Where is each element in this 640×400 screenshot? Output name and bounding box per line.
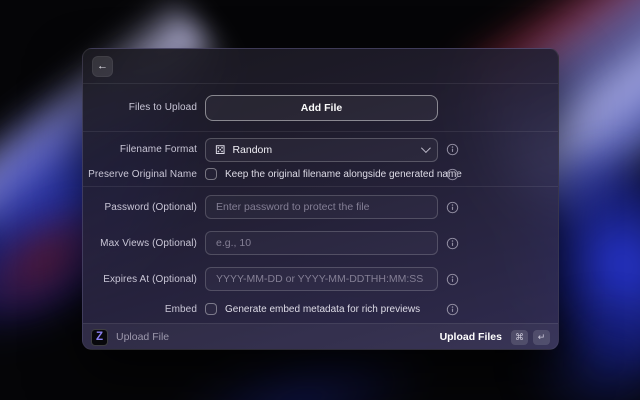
info-icon[interactable] (446, 168, 459, 181)
expires-at-label: Expires At (Optional) (83, 274, 197, 285)
filename-format-label: Filename Format (83, 144, 197, 155)
filename-format-select[interactable]: ⚄ Random (205, 138, 438, 162)
embed-label: Embed (83, 304, 197, 315)
add-file-button[interactable]: Add File (205, 95, 438, 121)
preserve-name-checkbox-label: Keep the original filename alongside gen… (225, 169, 462, 180)
password-label: Password (Optional) (83, 202, 197, 213)
files-to-upload-label: Files to Upload (83, 102, 197, 113)
dialog-footer: Z Upload File Upload Files ⌘ ↵ (83, 323, 558, 350)
add-file-button-label: Add File (301, 102, 342, 114)
info-icon[interactable] (446, 201, 459, 214)
back-arrow-icon: ← (97, 60, 108, 72)
preserve-original-name-label: Preserve Original Name (83, 169, 197, 180)
info-icon[interactable] (446, 273, 459, 286)
files-section: Files to Upload Add File (83, 84, 558, 131)
command-key-icon: ⌘ (511, 330, 528, 345)
return-key-icon: ↵ (533, 330, 550, 345)
upload-file-dialog: ← Files to Upload Add File Filename Form… (82, 48, 559, 350)
password-input[interactable] (205, 195, 438, 219)
zipline-logo: Z (91, 329, 108, 346)
die-icon: ⚄ (215, 144, 225, 156)
upload-files-label: Upload Files (440, 331, 502, 343)
back-button[interactable]: ← (92, 56, 113, 77)
dialog-title: Upload File (116, 331, 169, 343)
filename-section: Filename Format ⚄ Random Preserve Origin… (83, 132, 558, 186)
chevron-down-icon (421, 143, 431, 153)
embed-checkbox[interactable] (205, 303, 217, 315)
options-section: Password (Optional) Max Views (Optional)… (83, 187, 558, 323)
preserve-name-checkbox[interactable] (205, 168, 217, 180)
expires-at-input[interactable] (205, 267, 438, 291)
zipline-logo-letter: Z (96, 331, 103, 343)
embed-checkbox-label: Generate embed metadata for rich preview… (225, 304, 420, 315)
dialog-header: ← (83, 49, 558, 83)
info-icon[interactable] (446, 143, 459, 156)
info-icon[interactable] (446, 303, 459, 316)
max-views-input[interactable] (205, 231, 438, 255)
filename-format-value: Random (232, 144, 272, 156)
upload-files-button[interactable]: Upload Files ⌘ ↵ (440, 330, 550, 345)
max-views-label: Max Views (Optional) (83, 238, 197, 249)
info-icon[interactable] (446, 237, 459, 250)
